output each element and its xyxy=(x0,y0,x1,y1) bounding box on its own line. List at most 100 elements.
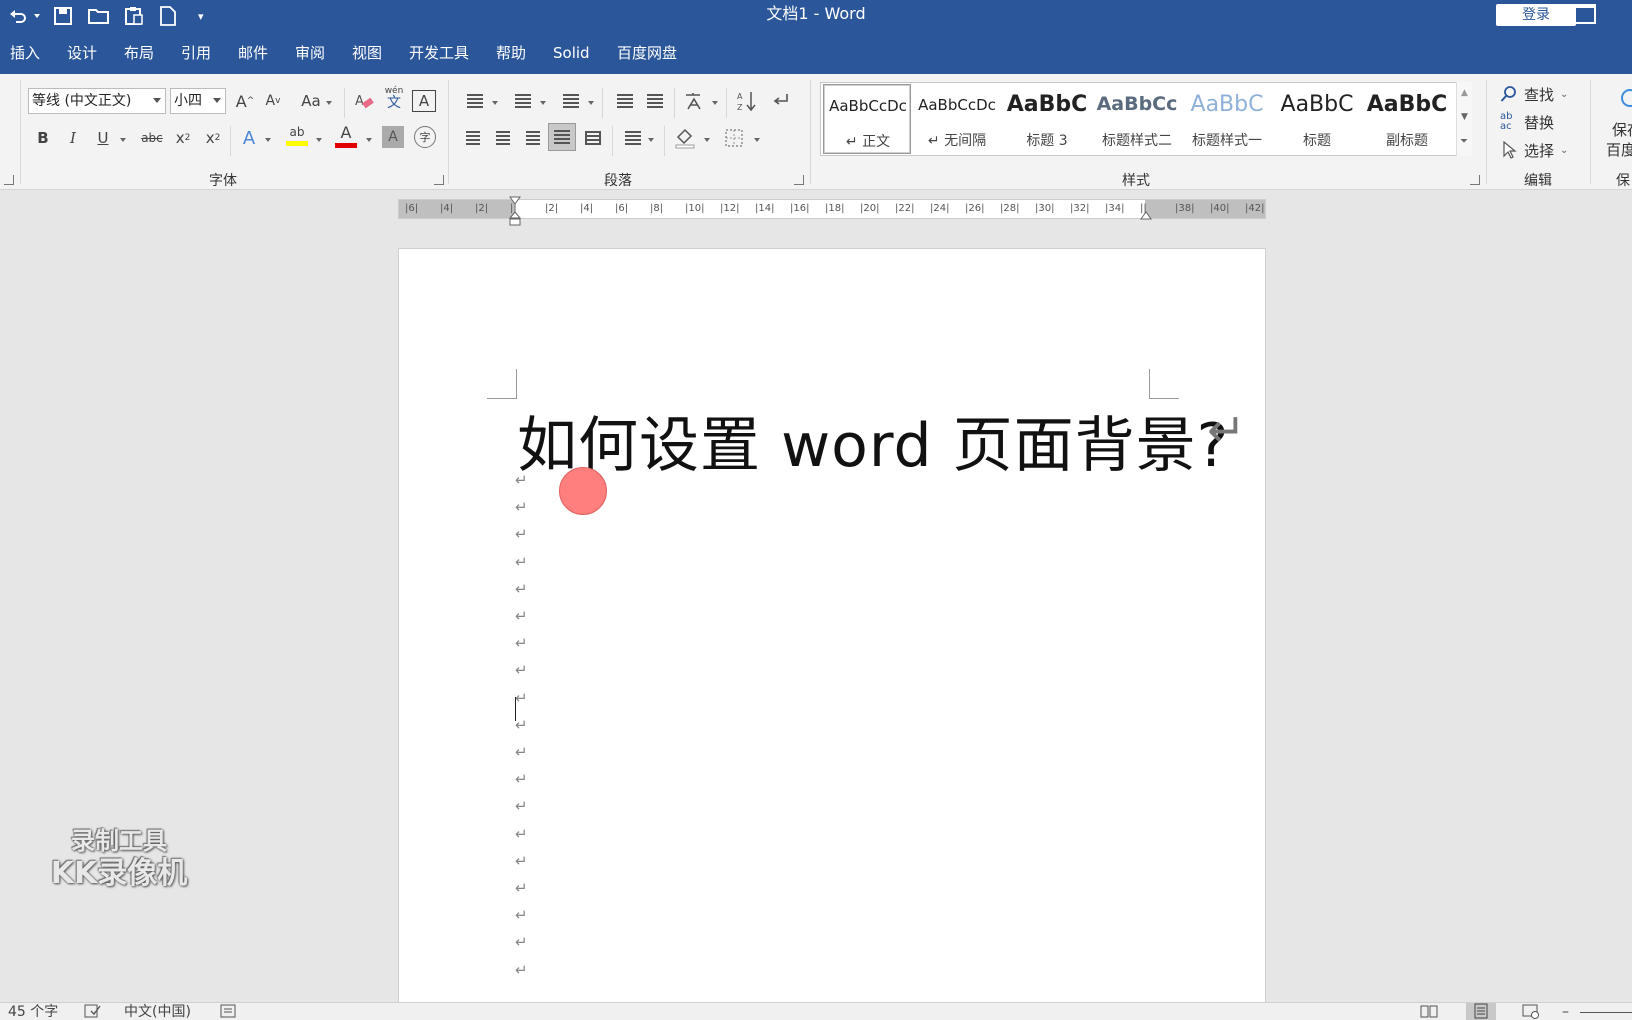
strikethrough-button[interactable]: abc xyxy=(138,124,166,152)
read-mode-icon[interactable] xyxy=(1420,1003,1438,1020)
font-color-button[interactable]: A xyxy=(334,122,358,150)
multilevel-list-dropdown[interactable] xyxy=(588,101,594,105)
increase-indent-button[interactable] xyxy=(642,87,668,115)
style-no-spacing[interactable]: AaBbCcDc ↵ 无间隔 xyxy=(913,84,1001,154)
superscript-button[interactable]: x2 xyxy=(202,124,224,152)
print-layout-icon[interactable] xyxy=(1466,1003,1496,1020)
chinese-layout-icon xyxy=(686,93,701,110)
bold-button[interactable]: B xyxy=(32,124,54,152)
zoom-slider[interactable] xyxy=(1580,1003,1632,1020)
paragraph-mark: ↵ xyxy=(515,525,528,544)
underline-dropdown[interactable] xyxy=(120,138,126,142)
web-layout-icon[interactable] xyxy=(1522,1003,1540,1020)
tab-insert[interactable]: 插入 xyxy=(10,32,40,74)
find-button[interactable]: 查找 ⌄ xyxy=(1500,82,1568,106)
more-styles-icon[interactable]: ⏷ xyxy=(1460,136,1468,147)
line-spacing-button[interactable] xyxy=(620,124,646,152)
borders-dropdown[interactable] xyxy=(754,138,760,142)
paragraph-mark: ↵ xyxy=(515,933,528,952)
tab-review[interactable]: 审阅 xyxy=(295,32,325,74)
change-case-dropdown[interactable] xyxy=(326,101,332,105)
tab-baidu-netdisk[interactable]: 百度网盘 xyxy=(617,32,677,74)
highlight-dropdown[interactable] xyxy=(316,138,322,142)
word-count[interactable]: 45 个字 xyxy=(8,1003,58,1020)
style-subtitle[interactable]: AaBbC 副标题 xyxy=(1363,84,1451,154)
styles-dialog-launcher-icon[interactable] xyxy=(1470,175,1480,185)
text-effects-dropdown[interactable] xyxy=(265,138,271,142)
style-heading-3[interactable]: AaBbC 标题 3 xyxy=(1003,84,1091,154)
style-normal[interactable]: AaBbCcDc ↵ 正文 xyxy=(823,84,911,154)
character-border-button[interactable]: A xyxy=(412,90,436,112)
decrease-indent-button[interactable] xyxy=(612,87,638,115)
tab-solid[interactable]: Solid xyxy=(553,32,590,74)
tab-layout[interactable]: 布局 xyxy=(124,32,154,74)
chinese-layout-button[interactable] xyxy=(682,87,708,115)
login-button[interactable]: 登录 xyxy=(1496,4,1576,26)
show-marks-button[interactable] xyxy=(768,87,794,115)
distributed-button[interactable] xyxy=(582,124,604,152)
shrink-font-button[interactable]: Av xyxy=(262,87,284,115)
document-heading[interactable]: 如何设置 word 页面背景? xyxy=(517,397,1229,484)
tab-view[interactable]: 视图 xyxy=(352,32,382,74)
scroll-up-icon[interactable]: ▲ xyxy=(1461,88,1468,98)
clipboard-launcher-icon[interactable] xyxy=(4,175,14,185)
shading-dropdown[interactable] xyxy=(704,138,710,142)
shading-button[interactable] xyxy=(672,124,698,152)
hanging-indent-marker[interactable] xyxy=(509,211,521,227)
document-page[interactable]: 如何设置 word 页面背景? ↵ ↵ ↵ ↵ ↵ ↵ ↵ ↵ ↵ ↵ ↵ ↵ ↵ ↵ ↵ ↵ ↵ ↵ ↵ ↵ xyxy=(398,248,1266,1020)
scroll-down-icon[interactable]: ▼ xyxy=(1461,112,1468,122)
subscript-button[interactable]: x2 xyxy=(172,124,194,152)
ruler-tick: |22| xyxy=(895,203,915,214)
bullets-dropdown[interactable] xyxy=(492,101,498,105)
ribbon-display-options-icon[interactable] xyxy=(1574,4,1596,24)
text-effects-button[interactable]: A xyxy=(238,124,260,152)
phonetic-guide-button[interactable]: wén 文 xyxy=(382,84,406,112)
font-name-combo[interactable]: 等线 (中文正文) xyxy=(28,88,166,114)
align-center-button[interactable] xyxy=(492,124,514,152)
align-left-button[interactable] xyxy=(462,124,484,152)
sort-button[interactable]: AZ xyxy=(734,87,760,115)
macro-recording-icon[interactable] xyxy=(220,1003,236,1020)
style-heading-style-2[interactable]: AaBbCc 标题样式二 xyxy=(1093,84,1181,154)
underline-button[interactable]: U xyxy=(92,124,114,152)
font-color-dropdown[interactable] xyxy=(366,138,372,142)
style-heading-style-1[interactable]: AaBbC 标题样式一 xyxy=(1183,84,1271,154)
save-to-baidu-button[interactable]: 保存 百度 xyxy=(1606,120,1632,160)
select-button[interactable]: 选择 ⌄ xyxy=(1500,138,1568,162)
tab-help[interactable]: 帮助 xyxy=(496,32,526,74)
font-size-combo[interactable]: 小四 xyxy=(170,88,226,114)
ruler-tick: |40| xyxy=(1210,203,1230,214)
phonetic-guide-bottom: 文 xyxy=(387,94,401,111)
first-line-indent-marker[interactable] xyxy=(509,196,521,206)
right-indent-marker[interactable] xyxy=(1140,211,1152,221)
tab-design[interactable]: 设计 xyxy=(67,32,97,74)
enclose-characters-button[interactable]: 字 xyxy=(414,126,436,148)
grow-font-button[interactable]: A ^ xyxy=(234,87,256,115)
numbering-dropdown[interactable] xyxy=(540,101,546,105)
highlight-button[interactable]: ab xyxy=(284,122,310,150)
font-dialog-launcher-icon[interactable] xyxy=(434,175,444,185)
justify-button[interactable] xyxy=(548,123,576,151)
clear-formatting-button[interactable]: A xyxy=(352,87,376,115)
tab-developer[interactable]: 开发工具 xyxy=(409,32,469,74)
proofing-icon[interactable] xyxy=(84,1003,102,1020)
numbering-button[interactable] xyxy=(510,87,536,115)
line-spacing-dropdown[interactable] xyxy=(648,138,654,142)
bullets-button[interactable] xyxy=(462,87,488,115)
character-shading-button[interactable]: A xyxy=(382,126,404,148)
borders-button[interactable] xyxy=(722,124,746,152)
styles-gallery-scroll[interactable]: ▲ ▼ ⏷ xyxy=(1456,82,1472,156)
multilevel-list-button[interactable] xyxy=(558,87,584,115)
italic-button[interactable]: I xyxy=(62,124,84,152)
zoom-out-icon[interactable]: – xyxy=(1562,1003,1569,1020)
language-indicator[interactable]: 中文(中国) xyxy=(124,1003,191,1020)
horizontal-ruler[interactable]: |6| |4| |2| || |2| |4| |6| |8| |10| |12| |14| |16| |… xyxy=(398,196,1266,226)
chinese-layout-dropdown[interactable] xyxy=(712,101,718,105)
style-title[interactable]: AaBbC 标题 xyxy=(1273,84,1361,154)
tab-references[interactable]: 引用 xyxy=(181,32,211,74)
change-case-button[interactable]: Aa xyxy=(298,87,324,115)
tab-mailings[interactable]: 邮件 xyxy=(238,32,268,74)
paragraph-dialog-launcher-icon[interactable] xyxy=(794,175,804,185)
align-right-button[interactable] xyxy=(522,124,544,152)
replace-button[interactable]: ab ac 替换 xyxy=(1500,110,1554,134)
